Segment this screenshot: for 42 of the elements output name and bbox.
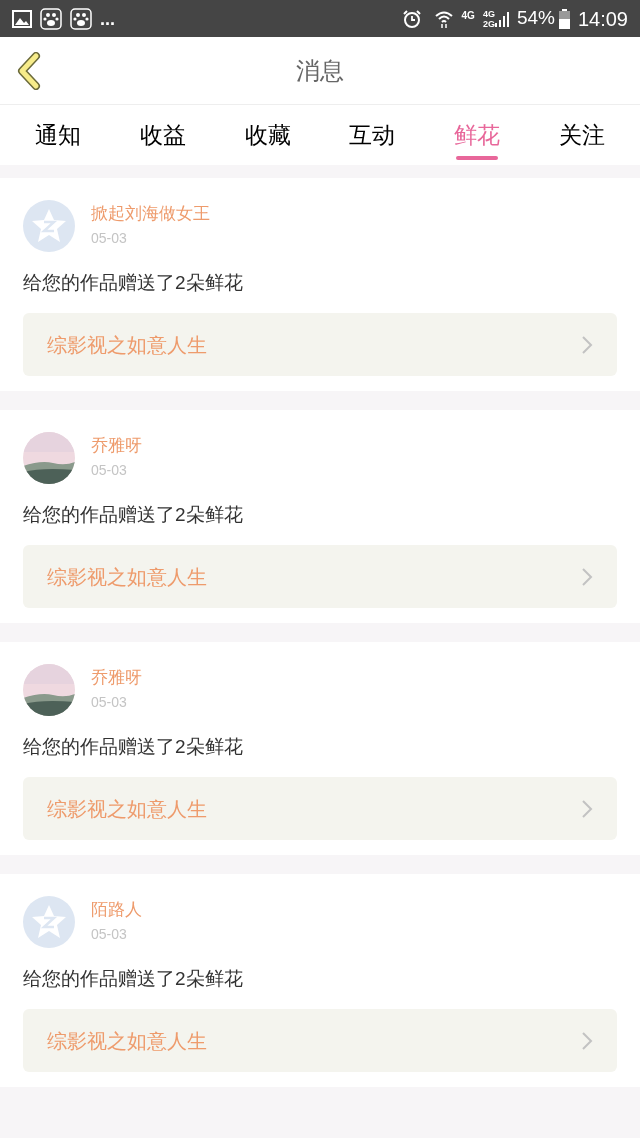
chevron-right-icon	[581, 566, 593, 587]
tab[interactable]: 收益	[110, 105, 216, 165]
paw-icon	[40, 7, 62, 30]
message-date: 05-03	[91, 229, 128, 248]
message-text: 给您的作品赠送了2朵鲜花	[23, 271, 244, 295]
battery-percent: 54%	[516, 6, 555, 31]
tab[interactable]: 通知	[6, 105, 111, 165]
avatar-icon	[23, 200, 75, 252]
paw-icon	[70, 7, 92, 30]
message-text: 给您的作品赠送了2朵鲜花	[23, 735, 244, 759]
back-icon	[16, 52, 42, 90]
sender-name[interactable]: 掀起刘海做女王	[91, 202, 210, 226]
network-label: 4G	[461, 9, 475, 23]
page-title: 消息	[296, 55, 344, 86]
chevron-right-icon	[581, 334, 593, 355]
sender-name[interactable]: 乔雅呀	[91, 434, 142, 458]
work-link[interactable]: 综影视之如意人生	[23, 313, 617, 376]
avatar-icon	[23, 896, 75, 948]
message-text: 给您的作品赠送了2朵鲜花	[23, 503, 244, 527]
battery-icon	[558, 8, 570, 29]
chevron-right-icon	[581, 798, 593, 819]
work-link[interactable]: 综影视之如意人生	[23, 777, 617, 840]
alarm-icon	[401, 8, 422, 29]
message-date: 05-03	[91, 461, 128, 480]
work-link[interactable]: 综影视之如意人生	[23, 545, 617, 608]
tab[interactable]: 关注	[529, 105, 635, 165]
message-text: 给您的作品赠送了2朵鲜花	[23, 967, 244, 991]
work-link[interactable]: 综影视之如意人生	[23, 1009, 617, 1072]
network-label: 4G	[482, 8, 495, 19]
tab[interactable]: 鲜花	[424, 105, 530, 165]
more-notifications: ...	[100, 9, 115, 28]
message-date: 05-03	[91, 925, 128, 944]
clock: 14:09	[577, 6, 628, 32]
message-date: 05-03	[91, 693, 128, 712]
chevron-right-icon	[581, 1030, 593, 1051]
tab[interactable]: 收藏	[215, 105, 320, 165]
sender-name[interactable]: 乔雅呀	[91, 666, 142, 690]
network-label: 2G	[482, 18, 495, 29]
sender-name[interactable]: 陌路人	[91, 898, 142, 922]
signal-icon	[494, 10, 509, 27]
image-icon	[12, 9, 32, 28]
tab[interactable]: 互动	[320, 105, 425, 165]
